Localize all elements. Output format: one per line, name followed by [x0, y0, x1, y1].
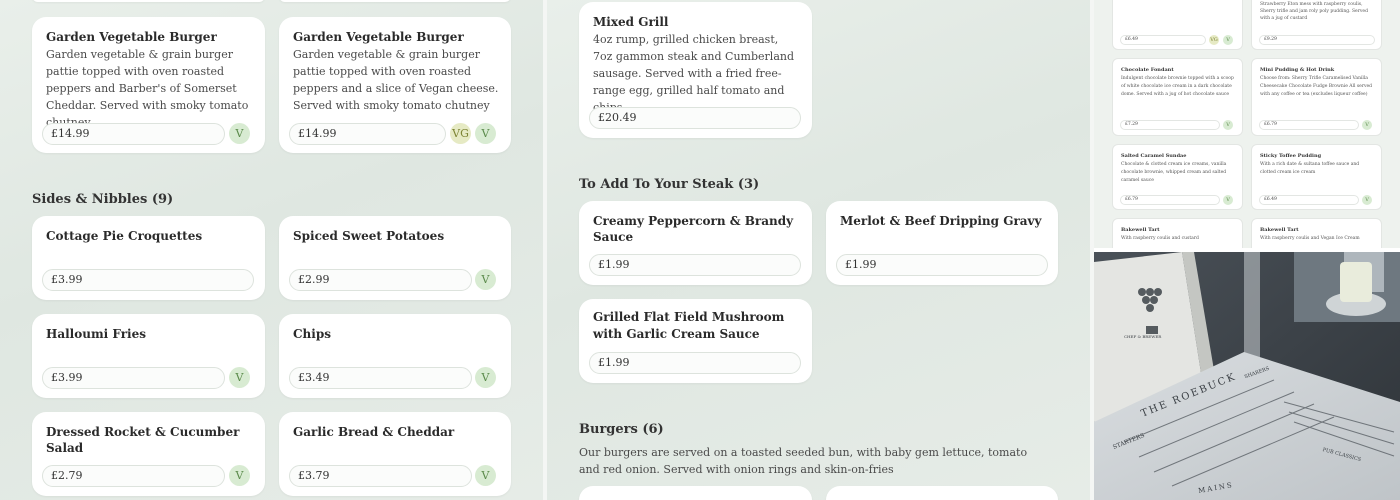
vegetarian-badge: V: [475, 367, 496, 388]
vegetarian-badge: V: [475, 465, 496, 486]
menu-item-title: Bakewell Tart: [1121, 227, 1160, 233]
menu-item-card[interactable]: Garden Vegetable Burger Garden vegetable…: [279, 17, 511, 153]
price-pill: £14.99: [42, 123, 225, 145]
price-pill: £14.99: [289, 123, 446, 145]
menu-photo: THE ROEBUCK CHEF & BREWER STARTERS SHARE…: [1094, 252, 1400, 500]
menu-item-card[interactable]: Chips £3.49 V: [279, 314, 511, 398]
menu-item-description: 4oz rump, grilled chicken breast, 7oz ga…: [593, 33, 794, 114]
price-pill: £6.49: [1259, 195, 1359, 205]
vegetarian-badge: V: [229, 367, 250, 388]
vegan-badge: VG: [1209, 35, 1219, 45]
menu-item-card[interactable]: Salted Caramel Sundae Chocolate & clotte…: [1112, 144, 1243, 210]
menu-item-card[interactable]: Dressed Rocket & Cucumber Salad £2.79 V: [32, 412, 265, 496]
menu-item-title: Mini Pudding & Hot Drink: [1260, 67, 1335, 73]
vegetarian-badge: V: [1362, 195, 1372, 205]
vegetarian-badge: V: [1223, 35, 1233, 45]
menu-item-card[interactable]: Creamy Peppercorn & Brandy Sauce £1.99: [579, 201, 812, 285]
menu-item-title: Salted Caramel Sundae: [1121, 153, 1187, 159]
menu-item-title: Chips: [293, 327, 331, 341]
price-pill: £6.79: [1259, 120, 1359, 130]
menu-panel-left: Garden Vegetable Burger Garden vegetable…: [0, 0, 543, 500]
price-pill: £9.29: [1259, 35, 1375, 45]
menu-item-description: Strawberry Eton mess with raspberry coul…: [1260, 2, 1368, 21]
price-pill: £6.79: [1120, 195, 1220, 205]
menu-item-card[interactable]: Mini Pudding & Hot Drink Choose from: Sh…: [1251, 58, 1382, 136]
price-pill: £3.99: [42, 269, 254, 291]
vegan-badge: VG: [450, 123, 471, 144]
section-description: Our burgers are served on a toasted seed…: [579, 446, 1028, 476]
price-pill: £3.99: [42, 367, 225, 389]
price-pill: £1.99: [836, 254, 1048, 276]
price-pill: £1.99: [589, 254, 801, 276]
price-pill: £3.49: [289, 367, 472, 389]
menu-item-card[interactable]: Spiced Sweet Potatoes £2.99 V: [279, 216, 511, 300]
menu-photo-brand: CHEF & BREWER: [1124, 334, 1162, 339]
price-pill: £2.79: [42, 465, 225, 487]
menu-item-card[interactable]: Strawberry Eton mess with raspberry coul…: [1251, 0, 1382, 50]
menu-item-title: Halloumi Fries: [46, 327, 146, 341]
menu-item-card[interactable]: Merlot & Beef Dripping Gravy £1.99: [826, 201, 1058, 285]
menu-item-title: Grilled Flat Field Mushroom with Garlic …: [593, 310, 785, 341]
menu-item-title: Chocolate Fondant: [1121, 67, 1174, 73]
menu-item-card[interactable]: Grilled Flat Field Mushroom with Garlic …: [579, 299, 812, 383]
menu-item-card[interactable]: [826, 486, 1058, 500]
section-heading: Sides & Nibbles (9): [32, 192, 174, 207]
menu-item-card[interactable]: [579, 486, 812, 500]
vegetarian-badge: V: [475, 269, 496, 290]
menu-item-title: Spiced Sweet Potatoes: [293, 229, 445, 243]
menu-item-card[interactable]: Cottage Pie Croquettes £3.99: [32, 216, 265, 300]
menu-item-title: Garden Vegetable Burger: [46, 30, 217, 44]
menu-item-title: Merlot & Beef Dripping Gravy: [840, 214, 1042, 228]
menu-item-title: Bakewell Tart: [1260, 227, 1299, 233]
menu-item-description: With raspberry coulis and Vegan Ice Crea…: [1260, 236, 1360, 241]
menu-item-description: Indulgent chocolate brownie topped with …: [1121, 76, 1234, 97]
menu-item-title: Garlic Bread & Cheddar: [293, 425, 455, 439]
menu-item-card[interactable]: Sticky Toffee Pudding With a rich date &…: [1251, 144, 1382, 210]
vegetarian-badge: V: [229, 465, 250, 486]
menu-item-card[interactable]: [32, 0, 265, 2]
menu-panel-middle: Mixed Grill 4oz rump, grilled chicken br…: [547, 0, 1090, 500]
section-heading: To Add To Your Steak (3): [579, 177, 760, 192]
vegetarian-badge: V: [1362, 120, 1372, 130]
menu-item-title: Creamy Peppercorn & Brandy Sauce: [593, 214, 794, 244]
menu-item-description: With a rich date & sultana toffee sauce …: [1260, 162, 1360, 175]
price-pill: £1.99: [589, 352, 801, 374]
menu-item-card[interactable]: £6.49 VG V: [1112, 0, 1243, 50]
vegetarian-badge: V: [1223, 120, 1233, 130]
menu-item-description: With raspberry coulis and custard: [1121, 236, 1199, 241]
menu-item-card[interactable]: Garden Vegetable Burger Garden vegetable…: [32, 17, 265, 153]
vegetarian-badge: V: [475, 123, 496, 144]
menu-item-title: Dressed Rocket & Cucumber Salad: [46, 425, 240, 455]
menu-panel-right: £6.49 VG V Strawberry Eton mess with ras…: [1094, 0, 1400, 500]
menu-item-description: Garden vegetable & grain burger pattie t…: [293, 48, 499, 112]
menu-item-title: Sticky Toffee Pudding: [1260, 153, 1322, 159]
menu-item-card[interactable]: Mixed Grill 4oz rump, grilled chicken br…: [579, 2, 812, 138]
menu-item-card[interactable]: Halloumi Fries £3.99 V: [32, 314, 265, 398]
menu-item-title: Cottage Pie Croquettes: [46, 229, 203, 243]
menu-item-title: Mixed Grill: [593, 15, 669, 29]
menu-item-description: Chocolate & clotted cream ice creams, va…: [1121, 162, 1227, 183]
price-pill: £2.99: [289, 269, 472, 291]
menu-item-description: Choose from: Sherry Trifle Caramelised V…: [1260, 76, 1373, 97]
price-pill: £20.49: [589, 107, 801, 129]
menu-item-description: Garden vegetable & grain burger pattie t…: [46, 48, 249, 129]
price-pill: £7.29: [1120, 120, 1220, 130]
menu-item-card[interactable]: Chocolate Fondant Indulgent chocolate br…: [1112, 58, 1243, 136]
price-pill: £3.79: [289, 465, 472, 487]
section-heading: Burgers (6): [579, 422, 664, 437]
menu-item-card[interactable]: [279, 0, 511, 2]
vegetarian-badge: V: [1223, 195, 1233, 205]
price-pill: £6.49: [1120, 35, 1206, 45]
menu-item-title: Garden Vegetable Burger: [293, 30, 464, 44]
vegetarian-badge: V: [229, 123, 250, 144]
menu-item-card[interactable]: Garlic Bread & Cheddar £3.79 V: [279, 412, 511, 496]
